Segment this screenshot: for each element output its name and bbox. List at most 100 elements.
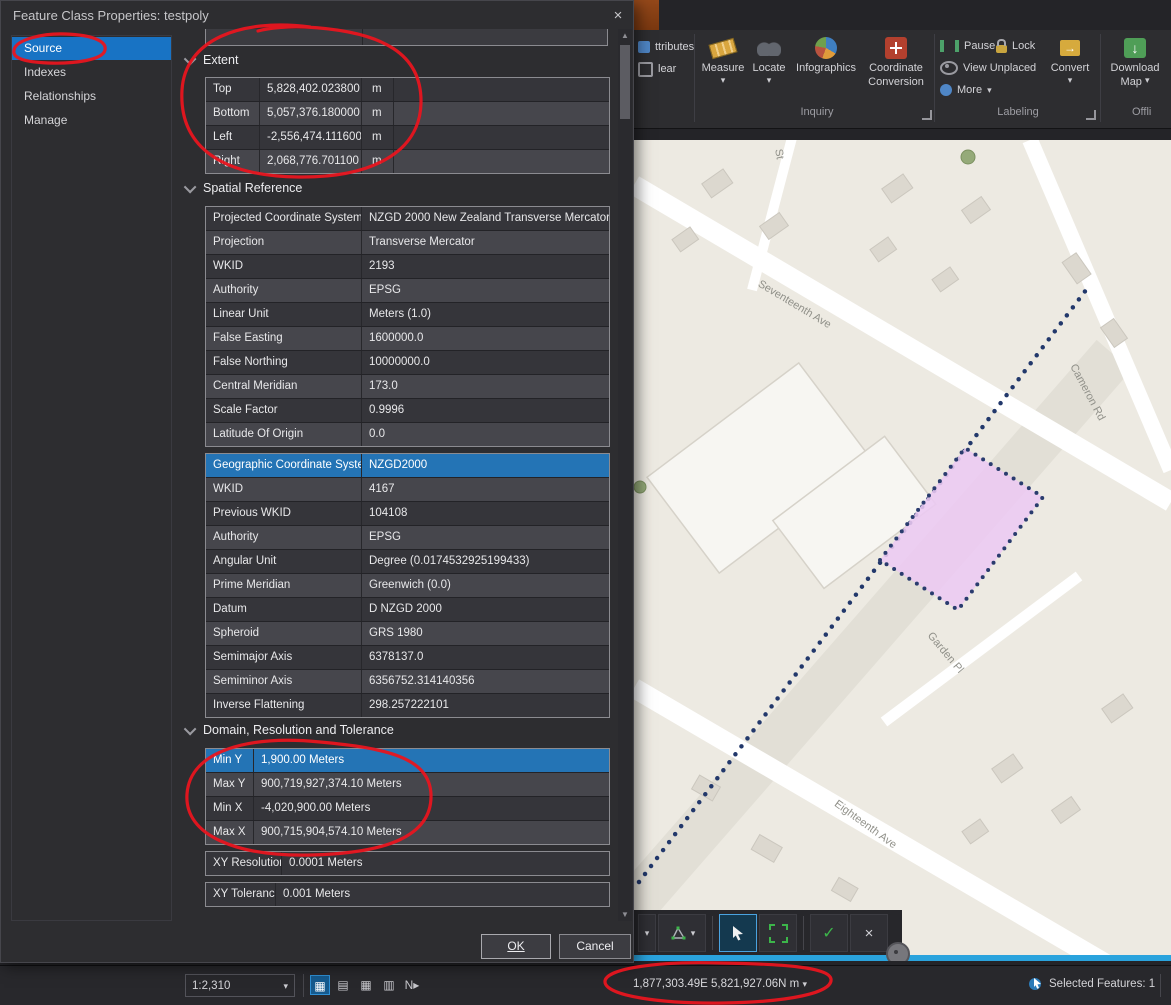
attribute-table-icon[interactable]: ▦: [356, 975, 376, 995]
infographics-button[interactable]: Infographics: [792, 36, 860, 74]
property-row[interactable]: SpheroidGRS 1980: [206, 622, 609, 646]
chevron-down-icon: [184, 52, 197, 65]
chevron-down-icon: ▾: [1145, 76, 1150, 88]
property-row[interactable]: Projected Coordinate SystemNZGD 2000 New…: [206, 207, 609, 231]
property-row[interactable]: WKID2193: [206, 255, 609, 279]
polygon-tool-button[interactable]: ▾: [658, 914, 706, 952]
property-unit: m: [362, 102, 394, 125]
scale-selector[interactable]: 1:2,310 ▾: [185, 974, 295, 997]
finish-sketch-button[interactable]: ✓: [810, 914, 848, 952]
infographics-label: Infographics: [796, 62, 856, 74]
download-map-button[interactable]: ↓ Download Map▾: [1104, 36, 1166, 88]
property-row[interactable]: Scale Factor0.9996: [206, 399, 609, 423]
property-row[interactable]: Latitude Of Origin0.0: [206, 423, 609, 446]
domain-table: Min Y1,900.00 MetersMax Y900,719,927,374…: [205, 748, 610, 845]
property-value: 6378137.0: [362, 646, 609, 669]
lock-button[interactable]: Lock: [996, 36, 1035, 56]
property-row[interactable]: False Easting1600000.0: [206, 327, 609, 351]
property-unit: m: [362, 126, 394, 149]
property-row[interactable]: Max X900,715,904,574.10 Meters: [206, 821, 609, 844]
property-row[interactable]: XY Resolution0.0001 Meters: [206, 852, 609, 875]
dialog-launcher-icon[interactable]: [922, 110, 932, 120]
snapping-toggle-icon[interactable]: ▦: [310, 975, 330, 995]
tool-dropdown-button[interactable]: ▾: [638, 914, 656, 952]
property-row[interactable]: ProjectionTransverse Mercator: [206, 231, 609, 255]
scrollbar-thumb[interactable]: [620, 45, 630, 119]
selected-line-feature[interactable]: [639, 290, 1086, 882]
property-row[interactable]: Linear UnitMeters (1.0): [206, 303, 609, 327]
discard-sketch-button[interactable]: ×: [850, 914, 888, 952]
north-arrow-icon[interactable]: N▸: [402, 975, 422, 995]
property-row[interactable]: Min Y1,900.00 Meters: [206, 749, 609, 773]
property-row[interactable]: Previous WKID104108: [206, 502, 609, 526]
trace-tool-button[interactable]: [759, 914, 797, 952]
sidebar-item-manage[interactable]: Manage: [12, 109, 171, 132]
map-canvas[interactable]: St Seventeenth Ave Cameron Rd Garden Pl …: [634, 140, 1171, 961]
property-row[interactable]: Top5,828,402.023800m: [206, 78, 609, 102]
property-row[interactable]: Bottom5,057,376.180000m: [206, 102, 609, 126]
cancel-label: Cancel: [576, 939, 613, 953]
property-key: Left: [206, 126, 260, 149]
property-row[interactable]: AuthorityEPSG: [206, 279, 609, 303]
view-unplaced-button[interactable]: View Unplaced: [940, 58, 1036, 78]
section-header-extent[interactable]: Extent: [187, 53, 238, 67]
selected-features-indicator[interactable]: Selected Features: 1: [1028, 976, 1155, 991]
property-row[interactable]: Geographic Coordinate SystemNZGD2000: [206, 454, 609, 478]
convert-button[interactable]: → Convert ▾: [1044, 36, 1096, 84]
map-settings-gear-icon[interactable]: [886, 942, 910, 961]
download-map-label-1: Download: [1111, 62, 1160, 74]
property-key: Authority: [206, 526, 362, 549]
property-row[interactable]: AuthorityEPSG: [206, 526, 609, 550]
property-row[interactable]: DatumD NZGD 2000: [206, 598, 609, 622]
property-key: Min Y: [206, 749, 254, 772]
property-row[interactable]: Central Meridian173.0: [206, 375, 609, 399]
property-key: XY Tolerance: [206, 883, 276, 906]
section-header-spatial-reference[interactable]: Spatial Reference: [187, 181, 302, 195]
cancel-button[interactable]: Cancel: [559, 934, 631, 959]
grid-toggle-icon[interactable]: ▤: [333, 975, 353, 995]
property-row[interactable]: XY Tolerance0.001 Meters: [206, 883, 609, 906]
property-key: Semiminor Axis: [206, 670, 362, 693]
scroll-down-icon[interactable]: ▼: [618, 910, 632, 919]
property-key: Geographic Coordinate System: [206, 454, 362, 477]
locate-button[interactable]: Locate ▾: [748, 36, 790, 84]
attributes-button[interactable]: ttributes: [638, 38, 694, 56]
property-row[interactable]: WKID4167: [206, 478, 609, 502]
property-key: False Northing: [206, 351, 362, 374]
property-key: Spheroid: [206, 622, 362, 645]
property-row[interactable]: Semiminor Axis6356752.314140356: [206, 670, 609, 694]
lock-icon: [996, 45, 1007, 53]
property-row[interactable]: Prime MeridianGreenwich (0.0): [206, 574, 609, 598]
select-tool-button[interactable]: [719, 914, 757, 952]
property-row[interactable]: Inverse Flattening298.257222101: [206, 694, 609, 717]
close-button[interactable]: ×: [607, 5, 629, 27]
property-key: Projection: [206, 231, 362, 254]
sidebar-item-source[interactable]: Source: [12, 37, 171, 60]
section-header-domain[interactable]: Domain, Resolution and Tolerance: [187, 723, 394, 737]
coordinate-conversion-button[interactable]: Coordinate Conversion: [860, 36, 932, 88]
property-row[interactable]: Min X-4,020,900.00 Meters: [206, 797, 609, 821]
property-key: Angular Unit: [206, 550, 362, 573]
measure-button[interactable]: Measure ▾: [700, 36, 746, 84]
editor-toggle-icon[interactable]: ▥: [379, 975, 399, 995]
more-button[interactable]: More ▾: [940, 80, 992, 100]
statusbar-divider: [1160, 974, 1161, 997]
property-row[interactable]: False Northing10000000.0: [206, 351, 609, 375]
sidebar-item-relationships[interactable]: Relationships: [12, 85, 171, 108]
coordinate-readout[interactable]: 1,877,303.49E 5,821,927.06N m ▾: [600, 978, 840, 990]
ok-button[interactable]: OK: [481, 934, 551, 959]
sidebar-item-indexes[interactable]: Indexes: [12, 61, 171, 84]
dialog-launcher-icon[interactable]: [1086, 110, 1096, 120]
status-bar: 1:2,310 ▾ ▦ ▤ ▦ ▥ N▸ 1,877,303.49E 5,821…: [0, 965, 1171, 1005]
property-row[interactable]: Angular UnitDegree (0.0174532925199433): [206, 550, 609, 574]
property-row[interactable]: Left-2,556,474.111600m: [206, 126, 609, 150]
pause-button[interactable]: Pause: [940, 36, 995, 56]
property-row[interactable]: Right2,068,776.701100m: [206, 150, 609, 173]
property-unit: m: [362, 150, 394, 173]
clear-button[interactable]: lear: [638, 60, 676, 78]
dialog-scrollbar[interactable]: ▲ ▼: [618, 29, 632, 921]
property-row[interactable]: Max Y900,719,927,374.10 Meters: [206, 773, 609, 797]
scroll-up-icon[interactable]: ▲: [618, 31, 632, 40]
property-filler: [394, 78, 609, 101]
property-row[interactable]: Semimajor Axis6378137.0: [206, 646, 609, 670]
